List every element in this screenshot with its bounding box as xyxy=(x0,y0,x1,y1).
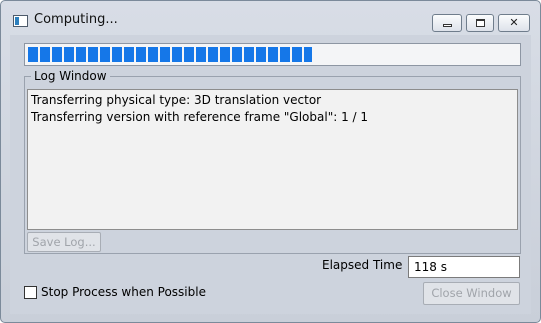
maximize-button[interactable] xyxy=(466,14,494,32)
progress-fill xyxy=(28,47,312,62)
dialog-body: Log Window Transferring physical type: 3… xyxy=(10,35,531,314)
stop-process-checkbox[interactable] xyxy=(24,286,37,299)
log-window-group: Log Window Transferring physical type: 3… xyxy=(24,69,521,254)
maximize-icon xyxy=(476,19,485,27)
elapsed-time-label: Elapsed Time xyxy=(322,258,403,272)
stop-process-label[interactable]: Stop Process when Possible xyxy=(41,285,206,299)
log-line: Transferring version with reference fram… xyxy=(31,110,369,124)
progress-bar xyxy=(24,43,521,66)
minimize-icon xyxy=(443,24,452,27)
save-log-button[interactable]: Save Log... xyxy=(27,232,101,252)
window-title: Computing... xyxy=(34,12,118,27)
elapsed-time-field: 118 s xyxy=(408,256,520,278)
close-icon: ✕ xyxy=(509,16,519,29)
close-button[interactable]: ✕ xyxy=(498,14,530,32)
close-window-button[interactable]: Close Window xyxy=(423,282,520,305)
log-text-area[interactable]: Transferring physical type: 3D translati… xyxy=(27,89,518,230)
app-icon xyxy=(13,15,28,27)
minimize-button[interactable] xyxy=(432,14,462,32)
log-line: Transferring physical type: 3D translati… xyxy=(31,93,322,107)
computing-dialog: Computing... ✕ Log Window Transferring p… xyxy=(0,0,541,323)
log-window-title: Log Window xyxy=(31,69,110,83)
title-bar[interactable]: Computing... ✕ xyxy=(1,1,540,35)
